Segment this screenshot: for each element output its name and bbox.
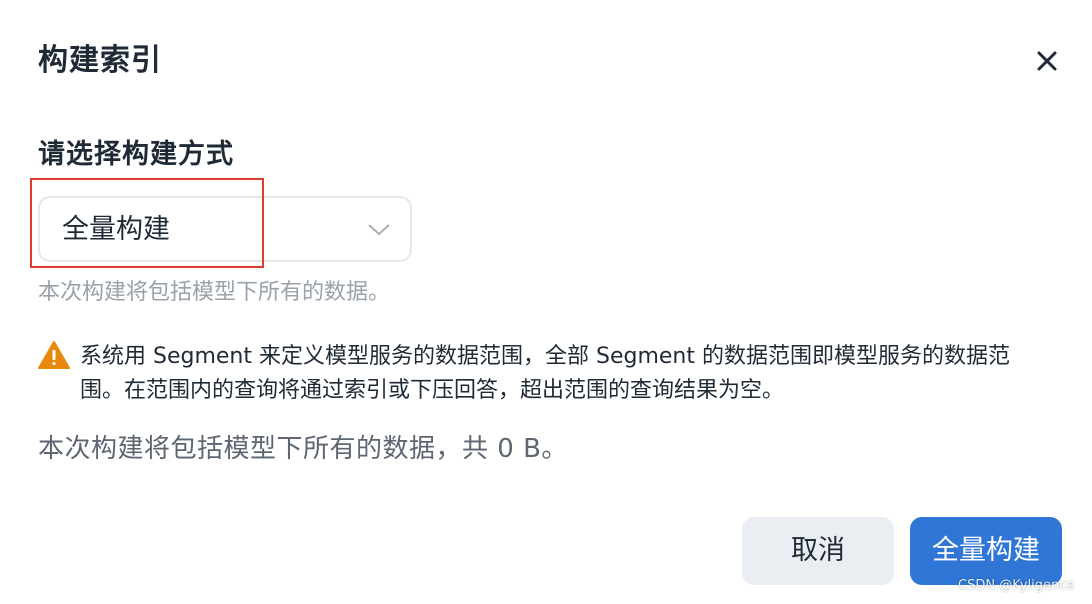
warning-triangle-icon — [38, 341, 70, 369]
dialog-title: 构建索引 — [38, 43, 162, 78]
build-method-selected-value: 全量构建 — [62, 214, 170, 245]
build-method-select[interactable]: 全量构建 — [38, 196, 412, 262]
full-build-button[interactable]: 全量构建 — [910, 517, 1062, 585]
warning-notice: 系统用 Segment 来定义模型服务的数据范围，全部 Segment 的数据范… — [38, 340, 1048, 410]
build-method-label: 请选择构建方式 — [38, 139, 234, 170]
close-icon — [1037, 51, 1057, 71]
watermark: CSDN @Kyligence — [958, 578, 1075, 593]
warning-text: 系统用 Segment 来定义模型服务的数据范围，全部 Segment 的数据范… — [80, 344, 1010, 403]
close-button[interactable] — [1030, 44, 1064, 78]
build-summary: 本次构建将包括模型下所有的数据，共 0 B。 — [38, 434, 568, 464]
chevron-down-icon — [368, 224, 390, 236]
build-index-dialog: 构建索引 请选择构建方式 全量构建 本次构建将包括模型下所有的数据。 系统用 S… — [0, 0, 1092, 604]
build-method-hint: 本次构建将包括模型下所有的数据。 — [38, 280, 391, 305]
cancel-button[interactable]: 取消 — [742, 517, 894, 585]
